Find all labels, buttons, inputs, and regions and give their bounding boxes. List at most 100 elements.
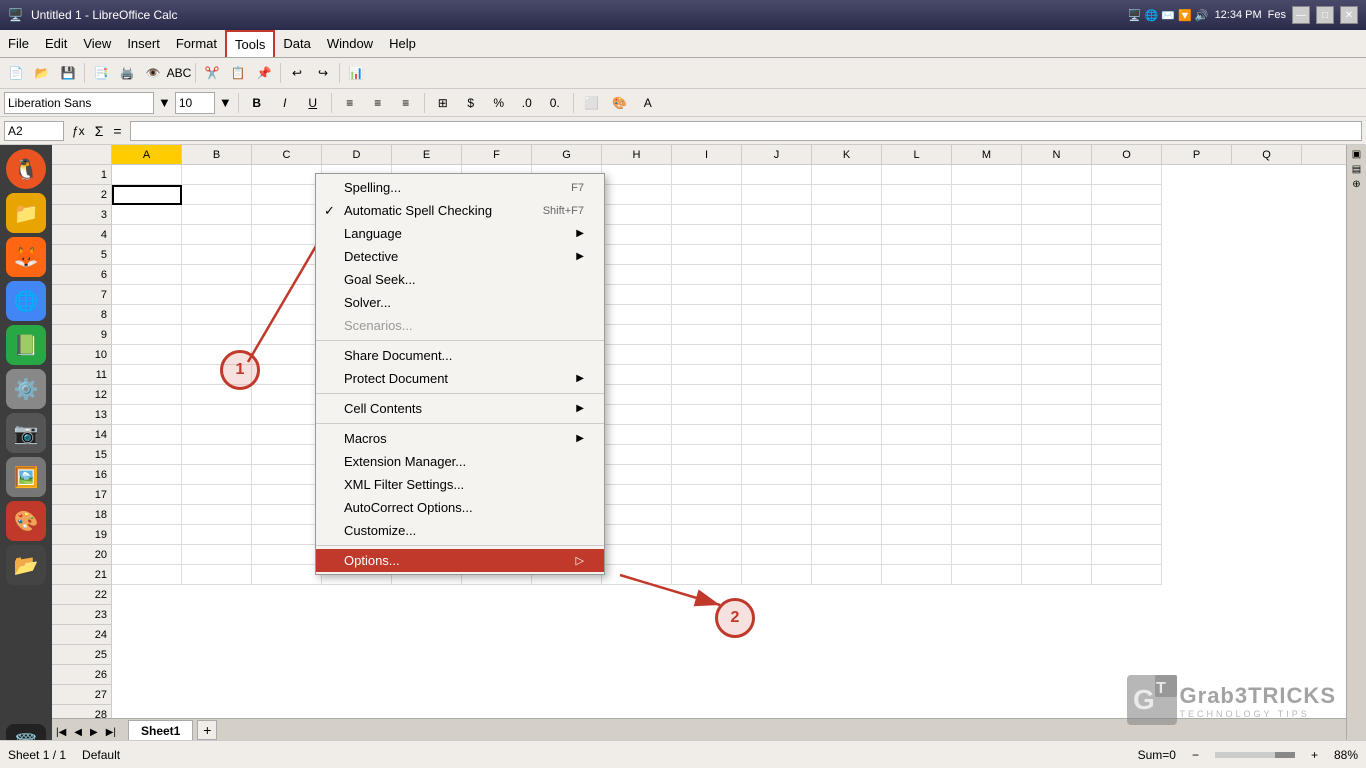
cell-L1[interactable] xyxy=(882,165,952,185)
row-header-1[interactable]: 1 xyxy=(52,165,112,185)
row-header-14[interactable]: 14 xyxy=(52,425,112,445)
row-header-2[interactable]: 2 xyxy=(52,185,112,205)
cell-L2[interactable] xyxy=(882,185,952,205)
dock-calc[interactable]: 📗 xyxy=(6,325,46,365)
cell-C2[interactable] xyxy=(252,185,322,205)
decimal-inc-button[interactable]: .0 xyxy=(515,92,539,114)
cut-button[interactable]: ✂️ xyxy=(200,62,224,84)
copy-button[interactable]: 📋 xyxy=(226,62,250,84)
row-header-27[interactable]: 27 xyxy=(52,685,112,705)
menu-goal-seek[interactable]: Goal Seek... xyxy=(316,268,604,291)
menu-window[interactable]: Window xyxy=(319,30,381,57)
last-sheet-btn[interactable]: ▶| xyxy=(102,725,120,740)
right-panel-btn2[interactable]: ▤ xyxy=(1352,164,1361,175)
cell-J1[interactable] xyxy=(742,165,812,185)
col-header-C[interactable]: C xyxy=(252,145,322,164)
sigma-icon[interactable]: Σ xyxy=(91,123,108,139)
row-header-24[interactable]: 24 xyxy=(52,625,112,645)
font-name-input[interactable]: Liberation Sans xyxy=(4,92,154,114)
row-header-8[interactable]: 8 xyxy=(52,305,112,325)
row-header-16[interactable]: 16 xyxy=(52,465,112,485)
menu-customize[interactable]: Customize... xyxy=(316,519,604,542)
bg-color-button[interactable]: 🎨 xyxy=(608,92,632,114)
col-header-H[interactable]: H xyxy=(602,145,672,164)
dock-camera[interactable]: 📷 xyxy=(6,413,46,453)
col-header-F[interactable]: F xyxy=(462,145,532,164)
row-header-20[interactable]: 20 xyxy=(52,545,112,565)
menu-file[interactable]: File xyxy=(0,30,37,57)
cell-K2[interactable] xyxy=(812,185,882,205)
row-header-4[interactable]: 4 xyxy=(52,225,112,245)
spell-button[interactable]: ABC xyxy=(167,62,191,84)
row-header-3[interactable]: 3 xyxy=(52,205,112,225)
bold-button[interactable]: B xyxy=(245,92,269,114)
row-header-26[interactable]: 26 xyxy=(52,665,112,685)
cell-H1[interactable] xyxy=(602,165,672,185)
cell-I1[interactable] xyxy=(672,165,742,185)
cell-B2[interactable] xyxy=(182,185,252,205)
equals-icon[interactable]: = xyxy=(109,123,125,139)
dock-ubuntu[interactable]: 🐧 xyxy=(6,149,46,189)
cell-A2[interactable] xyxy=(112,185,182,205)
font-size-dropdown[interactable]: ▼ xyxy=(219,95,232,110)
row-header-25[interactable]: 25 xyxy=(52,645,112,665)
preview-button[interactable]: 👁️ xyxy=(141,62,165,84)
row-header-5[interactable]: 5 xyxy=(52,245,112,265)
dock-image[interactable]: 🖼️ xyxy=(6,457,46,497)
dock-art[interactable]: 🎨 xyxy=(6,501,46,541)
menu-macros[interactable]: Macros ▶ xyxy=(316,427,604,450)
row-header-11[interactable]: 11 xyxy=(52,365,112,385)
italic-button[interactable]: I xyxy=(273,92,297,114)
formula-input[interactable] xyxy=(130,121,1362,141)
col-header-P[interactable]: P xyxy=(1162,145,1232,164)
maximize-button[interactable]: □ xyxy=(1316,6,1334,24)
col-header-G[interactable]: G xyxy=(532,145,602,164)
menu-help[interactable]: Help xyxy=(381,30,424,57)
cell-N1[interactable] xyxy=(1022,165,1092,185)
cell-A3[interactable] xyxy=(112,205,182,225)
font-name-dropdown[interactable]: ▼ xyxy=(158,95,171,110)
row-header-22[interactable]: 22 xyxy=(52,585,112,605)
col-header-E[interactable]: E xyxy=(392,145,462,164)
row-header-23[interactable]: 23 xyxy=(52,605,112,625)
col-header-I[interactable]: I xyxy=(672,145,742,164)
border-button[interactable]: ⬜ xyxy=(580,92,604,114)
cell-B1[interactable] xyxy=(182,165,252,185)
menu-cell-contents[interactable]: Cell Contents ▶ xyxy=(316,397,604,420)
menu-format[interactable]: Format xyxy=(168,30,225,57)
menu-spelling[interactable]: Spelling... F7 xyxy=(316,176,604,199)
merge-button[interactable]: ⊞ xyxy=(431,92,455,114)
row-header-10[interactable]: 10 xyxy=(52,345,112,365)
align-center-button[interactable]: ≡ xyxy=(366,92,390,114)
row-header-18[interactable]: 18 xyxy=(52,505,112,525)
row-header-12[interactable]: 12 xyxy=(52,385,112,405)
menu-protect-doc[interactable]: Protect Document ▶ xyxy=(316,367,604,390)
zoom-minus[interactable]: − xyxy=(1192,748,1199,762)
cell-J2[interactable] xyxy=(742,185,812,205)
new-button[interactable]: 📄 xyxy=(4,62,28,84)
function-wizard-icon[interactable]: ƒx xyxy=(68,124,89,138)
font-size-input[interactable]: 10 xyxy=(175,92,215,114)
col-header-O[interactable]: O xyxy=(1092,145,1162,164)
menu-xml-filter[interactable]: XML Filter Settings... xyxy=(316,473,604,496)
menu-solver[interactable]: Solver... xyxy=(316,291,604,314)
menu-edit[interactable]: Edit xyxy=(37,30,75,57)
align-left-button[interactable]: ≡ xyxy=(338,92,362,114)
menu-auto-spell[interactable]: ✓ Automatic Spell Checking Shift+F7 xyxy=(316,199,604,222)
close-button[interactable]: ✕ xyxy=(1340,6,1358,24)
col-header-L[interactable]: L xyxy=(882,145,952,164)
cell-N2[interactable] xyxy=(1022,185,1092,205)
menu-share-doc[interactable]: Share Document... xyxy=(316,344,604,367)
cell-O1[interactable] xyxy=(1092,165,1162,185)
add-sheet-button[interactable]: + xyxy=(197,720,217,740)
cell-M1[interactable] xyxy=(952,165,1022,185)
pdf-button[interactable]: 📑 xyxy=(89,62,113,84)
col-header-B[interactable]: B xyxy=(182,145,252,164)
right-panel-btn3[interactable]: ⊕ xyxy=(1352,179,1360,190)
col-header-A[interactable]: A xyxy=(112,145,182,164)
redo-button[interactable]: ↪ xyxy=(311,62,335,84)
paste-button[interactable]: 📌 xyxy=(252,62,276,84)
col-header-Q[interactable]: Q xyxy=(1232,145,1302,164)
menu-insert[interactable]: Insert xyxy=(119,30,168,57)
prev-sheet-btn[interactable]: ◀ xyxy=(70,725,86,740)
